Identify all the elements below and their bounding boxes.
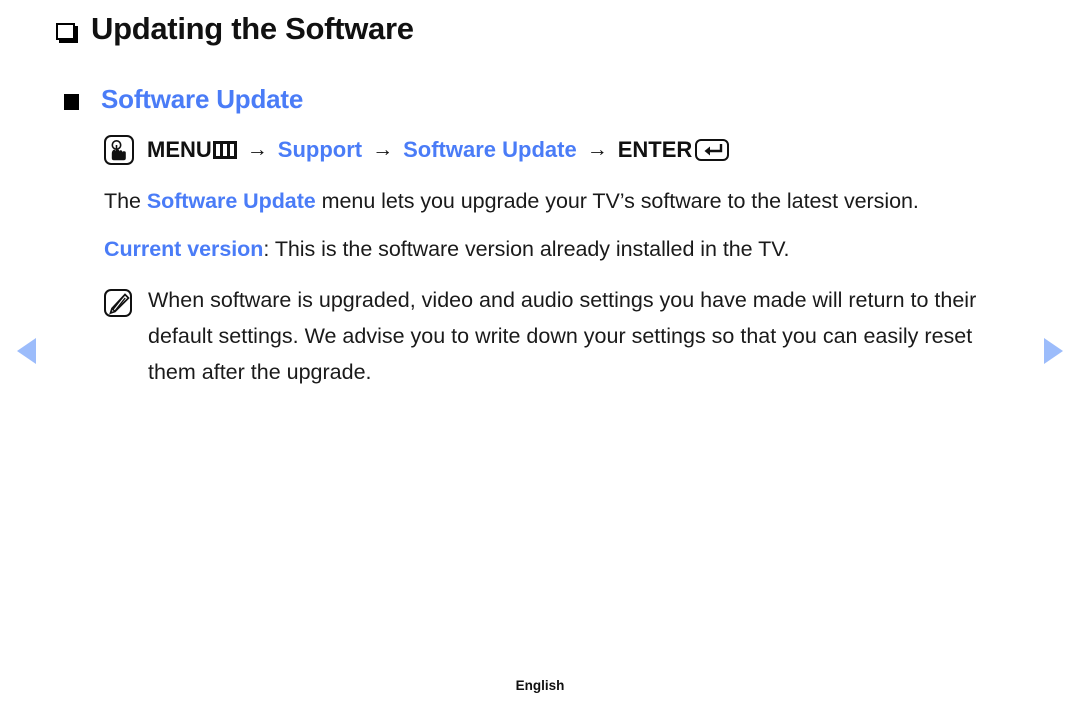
footer-language: English (515, 678, 565, 693)
enter-return-icon (695, 139, 730, 161)
menu-bars-icon (212, 141, 237, 159)
content-column: MENU → Support → Software Update → ENTER… (104, 130, 1024, 390)
current-version-label: Current version (104, 237, 264, 261)
current-version-paragraph: Current version: This is the software ve… (104, 232, 1024, 266)
path-arrow-3: → (586, 138, 608, 161)
current-version-text: : This is the software version already i… (263, 237, 790, 261)
note-block: When software is upgraded, video and aud… (104, 282, 1024, 390)
filled-square-bullet-icon (64, 93, 79, 110)
intro-text-post: menu lets you upgrade your TV’s software… (315, 189, 919, 213)
menu-step-software-update: Software Update (403, 137, 577, 162)
enter-label: ENTER (617, 137, 693, 162)
hollow-square-bullet-icon (56, 23, 75, 41)
path-arrow-2: → (372, 138, 394, 161)
menu-label: MENU (147, 137, 212, 162)
intro-highlight: Software Update (146, 189, 316, 213)
path-arrow-1: → (246, 138, 268, 161)
page-title: Updating the Software (91, 11, 414, 46)
menu-step-support: Support (277, 137, 363, 162)
intro-paragraph: The Software Update menu lets you upgrad… (104, 184, 1024, 218)
manual-page: Updating the Software Software Update ME… (0, 0, 1080, 705)
intro-text-pre: The (104, 189, 147, 213)
next-page-arrow[interactable] (1044, 338, 1063, 364)
menu-path-breadcrumb: MENU → Support → Software Update → ENTER (104, 130, 1024, 170)
note-text: When software is upgraded, video and aud… (148, 288, 977, 384)
hand-press-icon (104, 135, 134, 165)
note-pencil-icon (104, 289, 132, 317)
previous-page-arrow[interactable] (17, 338, 36, 364)
section-heading-row: Software Update (64, 84, 303, 115)
page-title-row: Updating the Software (56, 10, 414, 47)
section-heading: Software Update (101, 84, 304, 114)
